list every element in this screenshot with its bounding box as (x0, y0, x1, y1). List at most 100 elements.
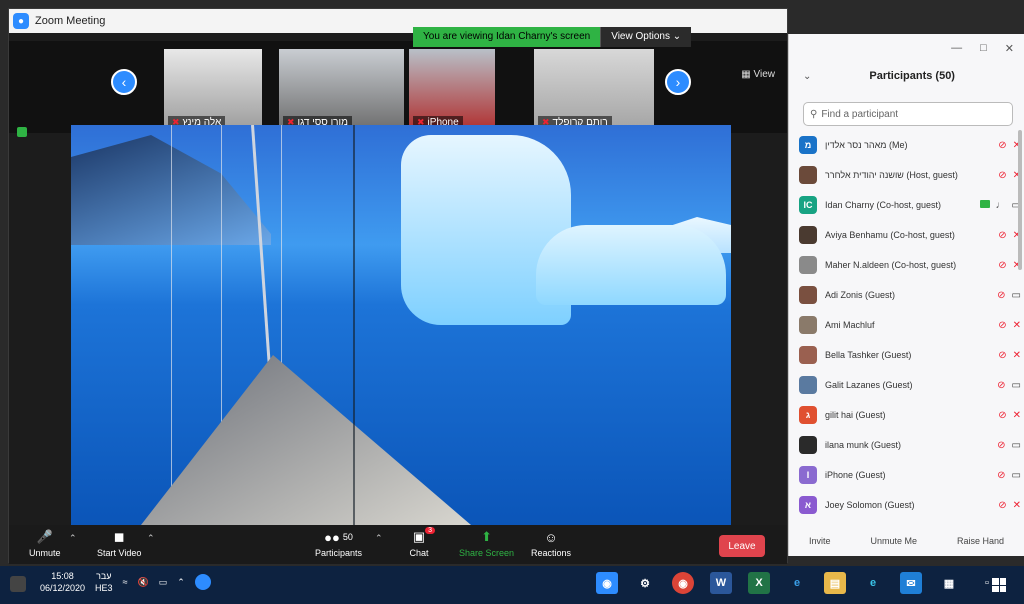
start-video-button[interactable]: ◼ Start Video (97, 529, 141, 558)
participants-caret-icon[interactable]: ⌃ (375, 533, 383, 544)
avatar (799, 316, 817, 334)
share-screen-button[interactable]: ⬆ Share Screen (459, 529, 514, 558)
unmute-button[interactable]: 🎤 Unmute (29, 529, 61, 558)
edge-icon[interactable]: e (862, 572, 884, 594)
chat-button[interactable]: ▣ 3 Chat (409, 527, 435, 558)
notifications-icon[interactable] (10, 576, 26, 592)
internet-explorer-icon[interactable]: e (786, 572, 808, 594)
participant-list: מ מאהר נסר אלדין (Me) ⊘ ✕ שושנה יהודית אלחרר… (799, 130, 1021, 520)
participant-list-scrollbar[interactable] (1018, 130, 1022, 270)
panel-header: ⌄ Participants (50) (803, 70, 1013, 82)
maximize-icon[interactable]: □ (980, 42, 987, 55)
avatar (799, 376, 817, 394)
mic-muted-icon: ⊘ (998, 139, 1007, 151)
leave-button[interactable]: Leave (719, 535, 765, 557)
participant-status: ⊘ ✕ (998, 500, 1021, 511)
file-explorer-icon[interactable]: ▤ (824, 572, 846, 594)
viewing-banner: You are viewing Idan Charny's screen Vie… (413, 27, 692, 47)
participant-row[interactable]: Galit Lazanes (Guest) ⊘ ▭ (799, 370, 1021, 400)
store-icon[interactable]: ▦ (938, 572, 960, 594)
participant-name: gilit hai (Guest) (825, 410, 886, 420)
mic-muted-icon: 🎤 (36, 529, 53, 544)
shared-screen (71, 125, 731, 525)
view-button[interactable]: ▦ View (741, 69, 775, 80)
view-options-button[interactable]: View Options ⌄ (600, 27, 692, 47)
avatar (799, 166, 817, 184)
participant-name: שושנה יהודית אלחרר (Host, guest) (825, 170, 958, 180)
word-icon[interactable]: W (710, 572, 732, 594)
reactions-icon: ☺ (544, 529, 558, 545)
reactions-button[interactable]: ☺ Reactions (531, 529, 571, 559)
participant-row[interactable]: Aviya Benhamu (Co-host, guest) ⊘ ✕ (799, 220, 1021, 250)
mic-muted-icon: ⊘ (998, 259, 1007, 271)
participant-row[interactable]: ג gilit hai (Guest) ⊘ ✕ (799, 400, 1021, 430)
zoom-logo-icon: ● (13, 13, 29, 29)
participant-row[interactable]: IC Idan Charny (Co-host, guest) ♩ ▭ (799, 190, 1021, 220)
mic-muted-icon: ⊘ (997, 289, 1006, 301)
avatar: מ (799, 136, 817, 154)
participant-row[interactable]: ilana munk (Guest) ⊘ ▭ (799, 430, 1021, 460)
participant-row[interactable]: Bella Tashker (Guest) ⊘ ✕ (799, 340, 1021, 370)
desktop: ● Zoom Meeting You are viewing Idan Char… (0, 0, 1024, 604)
shared-image-divider (353, 125, 355, 525)
mail-icon[interactable]: ✉ (900, 572, 922, 594)
video-off-icon: ✕ (1012, 409, 1021, 421)
invite-button[interactable]: Invite (809, 536, 831, 546)
participant-row[interactable]: Ami Machluf ⊘ ✕ (799, 310, 1021, 340)
language-indicator[interactable]: עבר HE3 (95, 570, 113, 594)
search-icon: ⚲ (810, 108, 818, 120)
participant-status: ⊘ ✕ (998, 410, 1021, 421)
participant-name: Bella Tashker (Guest) (825, 350, 912, 360)
avatar: ג (799, 406, 817, 424)
chat-icon: ▣ 3 (409, 527, 435, 545)
chat-badge: 3 (425, 527, 435, 534)
windows-start-icon[interactable] (992, 578, 1006, 592)
video-off-icon: ✕ (1012, 349, 1021, 361)
participant-status: ⊘ ▭ (997, 470, 1021, 481)
video-off-icon: ◼ (113, 529, 125, 544)
clock[interactable]: 15:08 06/12/2020 (40, 570, 85, 594)
participant-name: Joey Solomon (Guest) (825, 500, 915, 510)
video-tile[interactable]: ✖ מורן ססי דגן (279, 49, 404, 133)
mic-on-icon: ♩ (995, 199, 1006, 211)
unmute-me-button[interactable]: Unmute Me (870, 536, 917, 546)
participants-button[interactable]: ●● 50 Participants (315, 529, 362, 559)
raise-hand-button[interactable]: Raise Hand (957, 536, 1004, 546)
video-options-caret-icon[interactable]: ⌃ (147, 533, 155, 544)
avatar: IC (799, 196, 817, 214)
settings-icon[interactable]: ⚙ (634, 572, 656, 594)
close-icon[interactable]: ✕ (1005, 42, 1014, 55)
volume-muted-icon[interactable]: 🔇 (138, 577, 149, 588)
participant-name: Maher N.aldeen (Co-host, guest) (825, 260, 957, 270)
zoom-tray-icon[interactable] (194, 574, 211, 590)
video-tile[interactable]: ✖ אלה מינץ (164, 49, 262, 133)
zoom-app-icon[interactable]: ◉ (596, 572, 618, 594)
tray-expand-icon[interactable]: ⌃ (177, 577, 185, 588)
battery-icon[interactable]: ▭ (159, 577, 168, 588)
participant-row[interactable]: מ מאהר נסר אלדין (Me) ⊘ ✕ (799, 130, 1021, 160)
chrome-icon[interactable]: ◉ (672, 572, 694, 594)
video-tile[interactable]: ✖ iPhone (409, 49, 495, 133)
participant-row[interactable]: שושנה יהודית אלחרר (Host, guest) ⊘ ✕ (799, 160, 1021, 190)
excel-icon[interactable]: X (748, 572, 770, 594)
wifi-icon[interactable]: ≈ (123, 577, 128, 587)
mic-muted-icon: ⊘ (998, 499, 1007, 511)
participant-row[interactable]: Maher N.aldeen (Co-host, guest) ⊘ ✕ (799, 250, 1021, 280)
participant-search-input[interactable]: ⚲ Find a participant (803, 102, 1013, 126)
video-tile[interactable]: ✖ רותם קרופלד (534, 49, 654, 133)
participant-row[interactable]: IiPhone (Guest) ⊘ ▭ (799, 460, 1021, 490)
screen-sharing-icon (979, 199, 990, 208)
next-page-button[interactable]: › (665, 69, 691, 95)
participant-row[interactable]: Adi Zonis (Guest) ⊘ ▭ (799, 280, 1021, 310)
participant-row[interactable]: א Joey Solomon (Guest) ⊘ ✕ (799, 490, 1021, 520)
previous-page-button[interactable]: ‹ (111, 69, 137, 95)
participant-name: iPhone (Guest) (825, 470, 886, 480)
audio-options-caret-icon[interactable]: ⌃ (69, 533, 77, 544)
collapse-chevron-icon[interactable]: ⌄ (803, 71, 811, 82)
shared-image-ice-arch (536, 225, 726, 305)
participant-status: ⊘ ✕ (998, 320, 1021, 331)
participant-name: Idan Charny (Co-host, guest) (825, 200, 942, 210)
windows-taskbar: 15:08 06/12/2020 עבר HE3 ≈ 🔇 ▭ ⌃ ◉ ⚙ ◉ W… (0, 566, 1024, 604)
video-on-icon: ▭ (1011, 289, 1021, 301)
minimize-icon[interactable]: — (951, 42, 962, 55)
